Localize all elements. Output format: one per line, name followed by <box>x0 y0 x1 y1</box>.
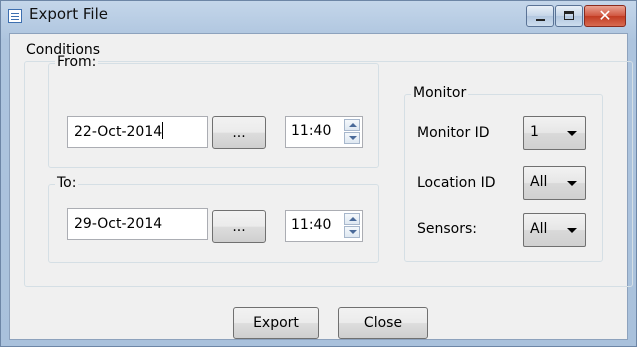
monitor-id-value: 1 <box>530 124 539 140</box>
export-file-window: Export File ✕ Conditions From: 22-Oct-20… <box>0 0 637 347</box>
monitor-id-label: Monitor ID <box>417 125 490 141</box>
window-title: Export File <box>29 5 108 23</box>
to-label: To: <box>55 175 79 191</box>
arrow-up-icon <box>349 123 357 127</box>
maximize-button[interactable] <box>555 5 583 27</box>
sensors-select[interactable]: All <box>523 213 586 247</box>
chevron-down-icon <box>567 228 577 233</box>
maximize-icon <box>564 11 574 20</box>
to-date-value: 29-Oct-2014 <box>74 216 163 232</box>
from-date-picker-button[interactable]: ... <box>212 116 266 149</box>
close-button[interactable]: Close <box>338 307 428 339</box>
arrow-down-icon <box>349 230 357 234</box>
minimize-icon <box>536 19 545 21</box>
from-label: From: <box>55 54 99 70</box>
minimize-button[interactable] <box>526 5 554 27</box>
arrow-up-icon <box>349 217 357 221</box>
close-icon: ✕ <box>598 6 612 25</box>
sensors-label: Sensors: <box>417 221 477 237</box>
close-window-button[interactable]: ✕ <box>584 5 626 27</box>
location-id-label: Location ID <box>417 175 496 191</box>
export-button[interactable]: Export <box>233 307 319 339</box>
from-time-down-button[interactable] <box>344 132 360 144</box>
location-id-value: All <box>530 174 548 190</box>
to-time-up-button[interactable] <box>344 213 360 225</box>
chevron-down-icon <box>567 181 577 186</box>
to-time-value: 11:40 <box>291 217 332 233</box>
from-time-spinner[interactable]: 11:40 <box>285 116 363 148</box>
monitor-id-select[interactable]: 1 <box>523 116 586 150</box>
to-time-spin-buttons <box>344 213 360 239</box>
to-date-picker-button[interactable]: ... <box>212 210 266 243</box>
from-time-spin-buttons <box>344 119 360 145</box>
from-date-value: 22-Oct-2014 <box>74 124 163 140</box>
chevron-down-icon <box>567 131 577 136</box>
text-caret <box>162 122 164 139</box>
monitor-label: Monitor <box>411 85 469 101</box>
location-id-select[interactable]: All <box>523 166 586 200</box>
from-date-input[interactable]: 22-Oct-2014 <box>67 116 208 148</box>
sensors-value: All <box>530 221 548 237</box>
to-time-spinner[interactable]: 11:40 <box>285 210 363 242</box>
arrow-down-icon <box>349 136 357 140</box>
document-icon <box>8 9 22 23</box>
from-time-value: 11:40 <box>291 123 332 139</box>
from-time-up-button[interactable] <box>344 119 360 131</box>
to-time-down-button[interactable] <box>344 226 360 238</box>
to-date-input[interactable]: 29-Oct-2014 <box>67 208 208 240</box>
